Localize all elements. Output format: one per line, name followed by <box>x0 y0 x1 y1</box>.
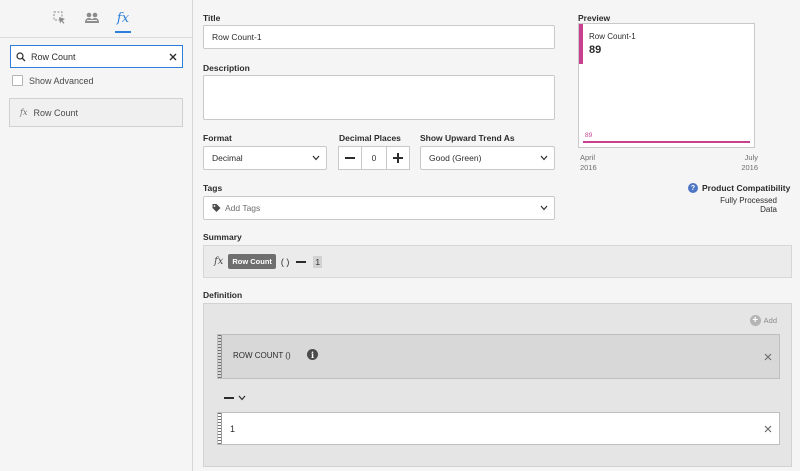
preview-line-label: 89 <box>585 132 593 139</box>
chevron-down-icon <box>312 155 320 161</box>
constant-input[interactable]: 1 <box>217 412 780 445</box>
preview-start-date: April 2016 <box>580 153 597 173</box>
summary-constant: 1 <box>313 255 323 268</box>
search-field[interactable]: Row Count <box>10 45 183 68</box>
help-icon: ? <box>688 183 698 193</box>
summary-label: Summary <box>203 232 242 242</box>
tags-label: Tags <box>203 183 223 193</box>
metric-builder: Title Row Count-1 Description Format Dec… <box>193 0 800 471</box>
operator-dropdown[interactable] <box>224 395 246 401</box>
decimal-places-input[interactable]: 0 <box>362 146 386 170</box>
preview-metric-title: Row Count-1 <box>589 32 636 41</box>
preview-end-date: July 2016 <box>733 153 758 173</box>
product-compatibility[interactable]: ? Product Compatibility <box>688 183 790 193</box>
components-panel: fx Row Count Show Advanced fx Row Count <box>0 0 193 471</box>
end-year: 2016 <box>741 163 758 172</box>
function-container[interactable]: ROW COUNT () i <box>217 334 780 379</box>
increment-button[interactable] <box>386 146 410 170</box>
title-label: Title <box>203 13 221 23</box>
trend-select[interactable]: Good (Green) <box>420 146 555 170</box>
description-label: Description <box>203 63 250 73</box>
summary-metric-chip: Row Count <box>228 254 276 269</box>
format-select[interactable]: Decimal <box>203 146 327 170</box>
definition-label: Definition <box>203 290 243 300</box>
add-icon: + <box>749 315 761 326</box>
decimal-places-stepper: 0 <box>338 146 410 170</box>
description-textarea[interactable] <box>203 75 555 120</box>
summary-parens: ( ) <box>280 256 290 267</box>
trend-label: Show Upward Trend As <box>420 133 515 143</box>
cursor-icon <box>53 11 65 24</box>
search-icon <box>11 51 31 62</box>
format-label: Format <box>203 133 232 143</box>
show-advanced-label: Show Advanced <box>29 75 94 86</box>
compatibility-title: Product Compatibility <box>702 183 791 193</box>
remove-function-button[interactable] <box>763 352 773 362</box>
close-icon <box>764 353 772 360</box>
clear-search-icon[interactable] <box>164 53 182 61</box>
end-month: July <box>744 153 758 162</box>
start-month: April <box>580 153 596 162</box>
preview-accent-bar <box>579 24 583 64</box>
tags-input[interactable]: Add Tags <box>203 196 555 220</box>
trend-value: Good (Green) <box>429 153 482 163</box>
tab-segments[interactable] <box>82 8 102 28</box>
info-icon[interactable]: i <box>307 349 318 360</box>
tag-icon <box>212 204 221 212</box>
start-year: 2016 <box>580 163 597 172</box>
chevron-down-icon <box>540 205 548 211</box>
chevron-down-icon <box>238 395 246 401</box>
add-label: Add <box>763 316 777 325</box>
plus-icon <box>393 153 403 163</box>
preview-label: Preview <box>578 13 611 23</box>
remove-constant-button[interactable] <box>763 424 773 434</box>
search-input[interactable]: Row Count <box>31 52 164 62</box>
show-advanced-toggle[interactable]: Show Advanced <box>12 75 94 86</box>
constant-value: 1 <box>230 423 236 434</box>
minus-icon <box>345 157 355 159</box>
list-item-label: Row Count <box>33 107 79 118</box>
fx-icon: fx <box>20 108 28 117</box>
summary-formula: fx Row Count ( ) 1 <box>203 245 792 278</box>
add-button[interactable]: + Add <box>749 315 777 326</box>
fx-icon: fx <box>214 256 224 267</box>
compatibility-subtitle: Fully Processed Data <box>720 196 777 214</box>
drag-handle[interactable] <box>218 335 222 378</box>
tags-placeholder: Add Tags <box>225 203 261 213</box>
definition-canvas[interactable]: + Add ROW COUNT () i 1 <box>203 303 792 467</box>
decimal-places-label: Decimal Places <box>339 133 401 143</box>
show-advanced-checkbox[interactable] <box>12 75 23 86</box>
minus-operator-icon <box>224 397 234 399</box>
list-item[interactable]: fx Row Count <box>9 98 183 127</box>
preview-metric-value: 89 <box>589 44 602 56</box>
close-icon <box>764 425 772 432</box>
format-value: Decimal <box>212 153 243 163</box>
fx-icon: fx <box>116 10 130 26</box>
preview-card: Row Count-1 89 89 <box>578 23 755 148</box>
title-input[interactable]: Row Count-1 <box>203 25 555 49</box>
tab-calculated-metrics[interactable]: fx <box>113 8 133 33</box>
decrement-button[interactable] <box>338 146 362 170</box>
title-input-value: Row Count-1 <box>212 32 262 42</box>
function-label: ROW COUNT () <box>233 351 291 360</box>
people-icon <box>85 12 99 23</box>
chevron-down-icon <box>540 155 548 161</box>
tab-components[interactable] <box>50 8 70 28</box>
panel-tabs: fx <box>0 0 192 38</box>
minus-operator-icon <box>296 260 307 263</box>
drag-handle[interactable] <box>218 413 222 444</box>
preview-trend-line <box>583 141 750 143</box>
